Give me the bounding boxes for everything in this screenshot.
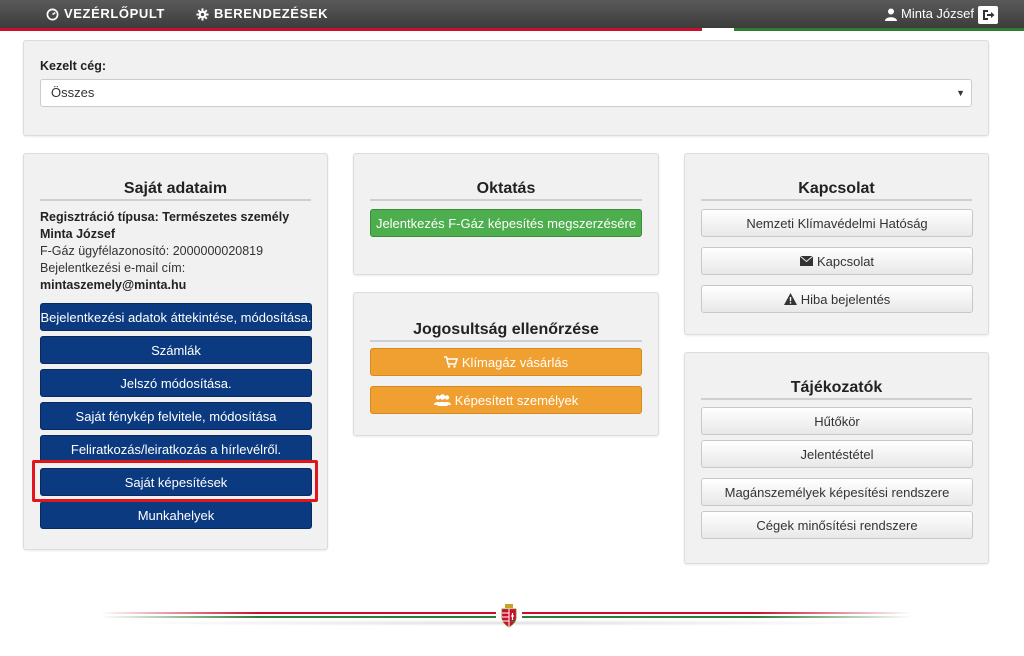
eligibility-title: Jogosultság ellenőrzése: [370, 321, 642, 342]
email-value: mintaszemely@minta.hu: [40, 278, 187, 292]
newsletter-button-label: Feliratkozás/leiratkozás a hírlevélről.: [70, 441, 282, 457]
nav-dashboard-label: VEZÉRLŐPULT: [64, 6, 165, 21]
user-full-name: Minta József: [40, 227, 116, 241]
user-menu[interactable]: Minta József: [885, 0, 974, 28]
contact-button-label: Kapcsolat: [816, 253, 875, 269]
dashboard-icon: [46, 8, 59, 20]
footer-line-green-right: [522, 616, 912, 618]
info-title: Tájékozatók: [701, 379, 972, 400]
qualified-persons-button-label: Képesített személyek: [454, 392, 579, 408]
invoices-button-label: Számlák: [151, 342, 201, 358]
company-certification-button[interactable]: Cégek minősítési rendszere: [701, 511, 973, 539]
nav-devices[interactable]: BERENDEZÉSEK: [196, 0, 328, 28]
gear-icon: [196, 7, 209, 21]
info-panel: Tájékozatók Hűtőkör Jelentéstétel Magáns…: [684, 352, 989, 564]
contact-title: Kapcsolat: [701, 180, 972, 201]
photo-upload-button-label: Saját fénykép felvitele, módosítása: [75, 408, 277, 424]
logout-button[interactable]: [978, 6, 998, 24]
login-data-button[interactable]: Bejelentkezési adatok áttekintése, módos…: [40, 303, 312, 331]
bug-report-button-label: Hiba bejelentés: [800, 291, 891, 307]
invoices-button[interactable]: Számlák: [40, 336, 312, 364]
registration-type: Regisztráció típusa: Természetes személy: [40, 210, 290, 224]
refrigerant-purchase-button[interactable]: Klímagáz vásárlás: [370, 348, 642, 376]
own-qualifications-button-label: Saját képesítések: [124, 474, 228, 490]
users-icon: [433, 394, 451, 406]
company-select-value: Összes: [51, 85, 95, 100]
warning-icon: [783, 293, 797, 305]
individual-qualification-button-label: Magánszemélyek képesítési rendszere: [724, 484, 950, 500]
envelope-icon: [799, 256, 813, 266]
flag-stripe-white: [702, 28, 734, 31]
climate-authority-button-label: Nemzeti Klímavédelmi Hatóság: [746, 215, 928, 231]
reporting-button[interactable]: Jelentéstétel: [701, 440, 973, 468]
newsletter-button[interactable]: Feliratkozás/leiratkozás a hírlevélről.: [40, 435, 312, 463]
qualified-persons-button[interactable]: Képesített személyek: [370, 386, 642, 414]
footer-line-green-left: [100, 616, 496, 618]
individual-qualification-button[interactable]: Magánszemélyek képesítési rendszere: [701, 478, 973, 506]
fgas-training-button-label: Jelentkezés F-Gáz képesítés megszerzésér…: [375, 215, 637, 231]
education-panel: Oktatás Jelentkezés F-Gáz képesítés megs…: [353, 153, 659, 275]
logout-icon: [982, 10, 994, 20]
workplaces-button[interactable]: Munkahelyek: [40, 501, 312, 529]
change-password-button-label: Jelszó módosítása.: [120, 375, 232, 391]
company-label: Kezelt cég:: [40, 59, 106, 73]
flag-stripe-red: [0, 28, 702, 31]
company-certification-button-label: Cégek minősítési rendszere: [756, 517, 918, 533]
company-panel: Kezelt cég: Összes ▼: [23, 40, 989, 136]
refrigeration-circuit-button-label: Hűtőkör: [814, 413, 860, 429]
photo-upload-button[interactable]: Saját fénykép felvitele, módosítása: [40, 402, 312, 430]
workplaces-button-label: Munkahelyek: [137, 507, 215, 523]
user-icon: [885, 8, 898, 21]
contact-panel: Kapcsolat Nemzeti Klímavédelmi Hatóság K…: [684, 153, 989, 335]
footer-line-red-left: [100, 612, 496, 614]
bug-report-button[interactable]: Hiba bejelentés: [701, 285, 973, 313]
flag-stripe-green: [734, 28, 1024, 31]
contact-button[interactable]: Kapcsolat: [701, 247, 973, 275]
own-data-panel: Saját adataim Regisztráció típusa: Termé…: [23, 153, 328, 550]
climate-authority-button[interactable]: Nemzeti Klímavédelmi Hatóság: [701, 209, 973, 237]
nav-devices-label: BERENDEZÉSEK: [214, 6, 329, 21]
client-id: F-Gáz ügyfélazonosító: 2000000020819: [40, 244, 264, 258]
own-data-title: Saját adataim: [40, 180, 311, 201]
change-password-button[interactable]: Jelszó módosítása.: [40, 369, 312, 397]
fgas-training-button[interactable]: Jelentkezés F-Gáz képesítés megszerzésér…: [370, 209, 642, 237]
user-name: Minta József: [901, 6, 974, 21]
refrigerant-purchase-button-label: Klímagáz vásárlás: [461, 354, 569, 370]
coat-of-arms-icon: [501, 604, 517, 628]
refrigeration-circuit-button[interactable]: Hűtőkör: [701, 407, 973, 435]
top-navbar: VEZÉRLŐPULT BERENDEZÉSEK Minta József: [0, 0, 1024, 28]
own-qualifications-button[interactable]: Saját képesítések: [40, 468, 312, 496]
email-label: Bejelentkezési e-mail cím:: [40, 261, 186, 275]
nav-dashboard[interactable]: VEZÉRLŐPULT: [46, 0, 165, 28]
education-title: Oktatás: [370, 180, 642, 201]
reporting-button-label: Jelentéstétel: [800, 446, 874, 462]
cart-icon: [443, 356, 458, 368]
footer-line-red-right: [522, 612, 912, 614]
login-data-button-label: Bejelentkezési adatok áttekintése, módos…: [40, 309, 312, 325]
company-select[interactable]: Összes ▼: [40, 79, 972, 107]
eligibility-panel: Jogosultság ellenőrzése Klímagáz vásárlá…: [353, 292, 659, 436]
caret-down-icon: ▼: [956, 88, 965, 98]
